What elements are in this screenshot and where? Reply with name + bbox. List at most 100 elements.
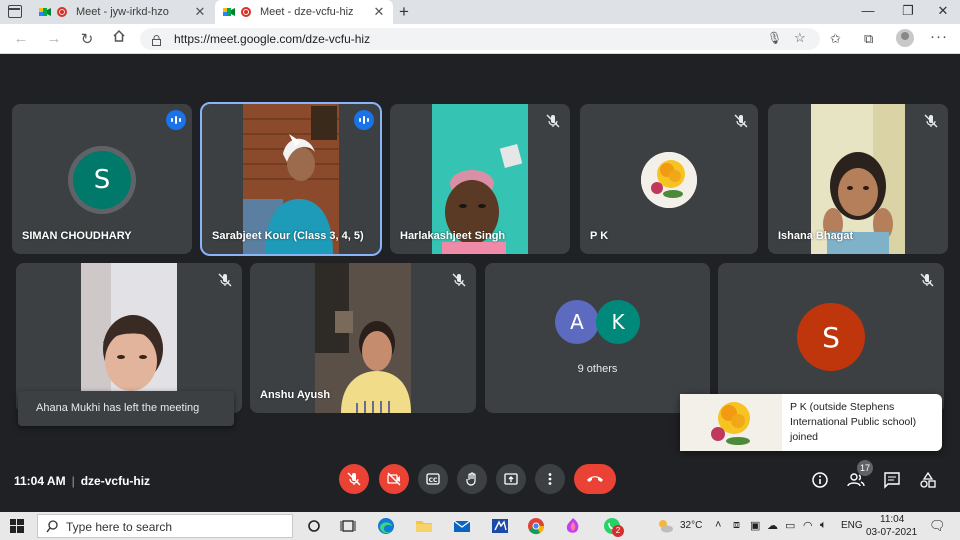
browser-tab-strip: Meet - jyw-irkd-hzo ✕ Meet - dze-vcfu-hi… [0,0,960,24]
participant-tile[interactable]: Ishana Bhagat [768,104,948,254]
window-close-icon[interactable]: ✕ [933,3,953,19]
speaking-indicator-icon [354,110,374,130]
avatar: K [596,300,640,344]
profile-avatar[interactable] [896,29,914,47]
add-favorite-icon[interactable]: ☆ [794,30,806,46]
url-text[interactable]: https://meet.google.com/dze-vcfu-hiz [174,32,370,46]
captions-button[interactable]: CC [418,464,448,494]
refresh-icon[interactable]: ↻ [78,30,96,48]
participant-tile[interactable]: S [718,263,944,413]
favorites-icon[interactable]: ✩ [830,31,841,47]
meeting-time: 11:04 AM [14,474,66,488]
chrome-icon[interactable] [526,516,546,536]
microphone-muted-icon [544,112,562,130]
raise-hand-button[interactable] [457,464,487,494]
participant-name: Ishana Bhagat [778,230,854,242]
tray-expand-icon[interactable]: ˄ [715,519,721,531]
action-center-icon[interactable]: 🗨︎ [929,518,946,534]
back-icon[interactable]: ← [12,30,30,47]
meeting-details-icon[interactable] [810,470,830,490]
notification-badge: 2 [612,525,624,537]
microphone-toggle-button[interactable] [339,464,369,494]
meet-favicon-icon [39,6,51,18]
participant-left-notification: Ahana Mukhi has left the meeting [18,391,234,426]
microphone-muted-icon [216,271,234,289]
more-options-button[interactable] [535,464,565,494]
whatsapp-icon[interactable]: 2 [602,516,624,537]
microphone-icon[interactable]: 🎙︎ [767,31,782,45]
present-screen-button[interactable] [496,464,526,494]
activities-icon[interactable] [918,470,938,490]
svg-text:CC: CC [429,477,438,484]
weather-icon[interactable] [656,517,674,535]
others-count-label: 9 others [577,363,618,375]
participant-tile[interactable]: Anshu Ayush [250,263,476,413]
battery-icon[interactable]: ▭ [785,519,795,532]
tab-close-icon[interactable]: ✕ [192,4,208,20]
system-time[interactable]: 11:04 [880,514,904,525]
browser-toolbar: ← → ↻ https://meet.google.com/dze-vcfu-h… [0,24,960,54]
restore-icon[interactable]: ❐ [898,3,918,19]
participant-tile[interactable]: Harlakashjeet Singh [390,104,570,254]
captions-icon: CC [426,473,440,485]
tab-actions-menu-icon[interactable] [8,5,22,18]
people-icon[interactable] [846,470,866,490]
task-view-icon[interactable] [338,516,358,536]
minimize-icon[interactable]: — [858,3,878,18]
rose-profile-picture [641,152,697,208]
meeting-code: dze-vcfu-hiz [80,474,151,488]
participant-name: SIMAN CHOUDHARY [22,230,132,242]
language-indicator[interactable]: ENG [841,520,863,531]
hand-icon [466,472,476,486]
camera-toggle-button[interactable] [379,464,409,494]
browser-tab-2[interactable]: Meet - dze-vcfu-hiz ✕ [215,0,393,24]
tray-app-icon[interactable]: ⧈ [733,519,740,532]
windows-start-icon[interactable] [10,519,24,533]
more-vert-icon [548,473,552,485]
app-icon[interactable] [563,516,583,536]
tab-title: Meet - dze-vcfu-hiz [260,6,354,18]
settings-more-icon[interactable]: ··· [930,28,948,45]
others-tile[interactable]: A K 9 others [485,263,710,413]
participant-name: Anshu Ayush [260,389,331,401]
store-icon[interactable] [490,516,510,536]
tab-close-icon[interactable]: ✕ [371,4,387,20]
meeting-controls-bar: 11:04 AM | dze-vcfu-hiz CC 17 [0,458,960,512]
microphone-muted-icon [732,112,750,130]
system-date[interactable]: 03-07-2021 [866,527,917,538]
lock-icon[interactable] [152,33,161,46]
home-icon[interactable] [110,29,128,47]
collections-icon[interactable]: ⧉ [864,31,873,47]
speaking-indicator-icon [166,110,186,130]
separator: | [71,474,75,488]
edge-browser-icon[interactable] [376,516,396,536]
meeting-info: 11:04 AM | dze-vcfu-hiz [14,474,150,488]
cloud-icon[interactable]: ☁ [767,519,778,532]
participant-tile[interactable]: P K [580,104,758,254]
avatar: A [555,300,599,344]
weather-temperature[interactable]: 32°C [680,520,702,531]
participant-name: Sarabjeet Kour (Class 3, 4, 5) [212,230,364,242]
file-explorer-icon[interactable] [414,516,434,536]
participant-tile[interactable]: S SIMAN CHOUDHARY [12,104,192,254]
forward-icon[interactable]: → [45,30,63,47]
taskbar-search-box[interactable]: Type here to search [37,514,293,538]
leave-call-button[interactable] [574,464,616,494]
volume-icon[interactable]: 🔈︎ [820,519,827,532]
address-bar[interactable]: https://meet.google.com/dze-vcfu-hiz 🎙︎ … [140,28,820,50]
wifi-icon[interactable]: ◠ [803,519,813,532]
tab-title: Meet - jyw-irkd-hzo [76,6,169,18]
chat-icon[interactable] [882,470,902,490]
participant-tile-active-speaker[interactable]: Sarabjeet Kour (Class 3, 4, 5) [200,102,382,256]
participant-joined-notification[interactable]: P K (outside Stephens International Publ… [680,394,942,451]
microphone-off-icon [347,472,361,486]
avatar: S [73,151,131,209]
new-tab-icon[interactable]: + [399,2,409,22]
mail-icon[interactable] [452,516,472,536]
participant-name: Harlakashjeet Singh [400,230,506,242]
browser-tab-1[interactable]: Meet - jyw-irkd-hzo ✕ [31,0,214,24]
meet-tray-icon[interactable]: ▣ [750,519,760,532]
cortana-icon[interactable] [304,516,324,536]
end-call-icon [587,476,603,482]
present-icon [504,473,518,485]
